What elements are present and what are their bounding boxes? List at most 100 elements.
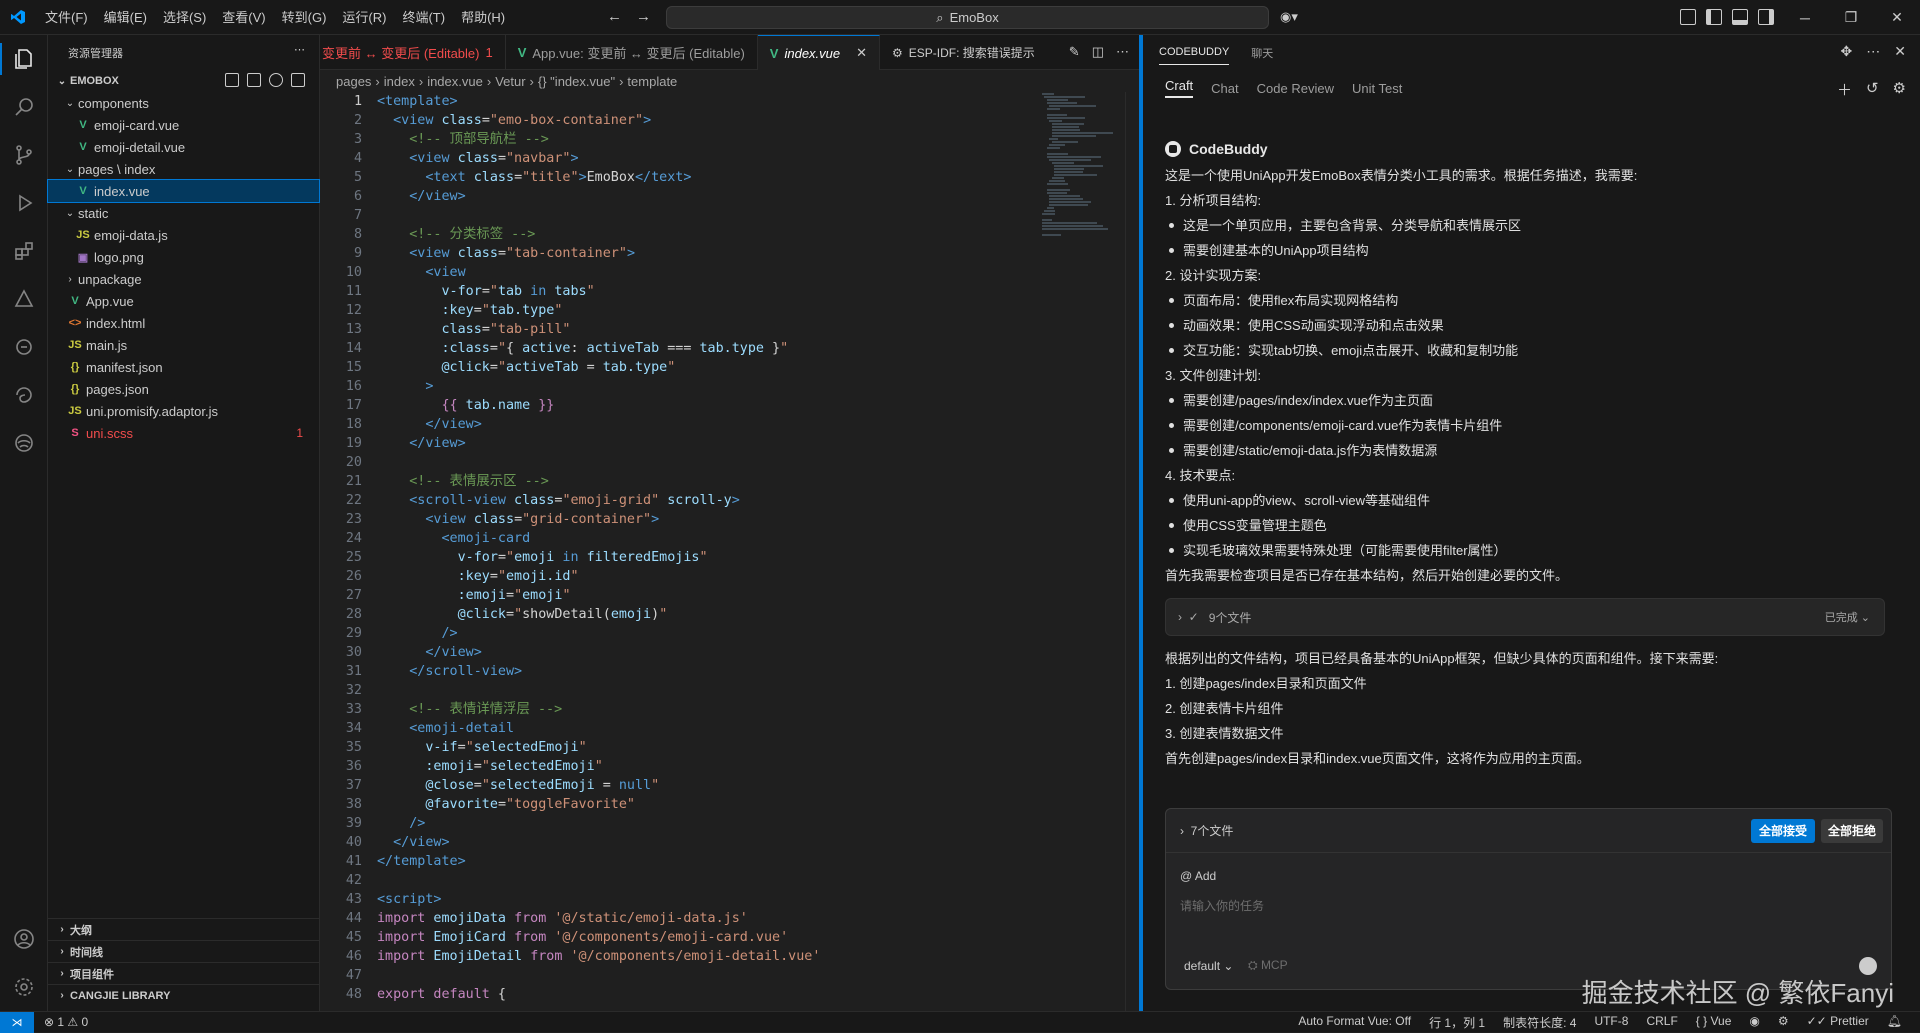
forward-arrow-icon[interactable]: → <box>636 8 651 25</box>
menu-4[interactable]: 转到(G) <box>274 0 335 35</box>
tree-item-emoji-data-js[interactable]: JS emoji-data.js <box>48 224 319 246</box>
menu-6[interactable]: 终端(T) <box>394 0 453 35</box>
refresh-icon[interactable] <box>269 73 283 87</box>
tab-craft[interactable]: Craft <box>1165 78 1194 98</box>
tree-item-static[interactable]: ⌄ static <box>48 202 319 224</box>
editor-more-icon[interactable]: ⋯ <box>1116 44 1129 60</box>
breadcrumb-item[interactable]: index.vue <box>427 74 483 89</box>
workspace-root[interactable]: ⌄ EMOBOX <box>48 70 319 92</box>
language-mode[interactable]: { } Vue <box>1696 1014 1732 1031</box>
esp-idf-search-button[interactable]: ⚙ ESP-IDF: 搜索错误提示 <box>880 35 1047 70</box>
tree-item-pages-json[interactable]: {} pages.json <box>48 378 319 400</box>
cloud-icon[interactable] <box>0 419 48 467</box>
minimap[interactable] <box>1042 92 1122 392</box>
tree-item-main-js[interactable]: JS main.js <box>48 334 319 356</box>
breadcrumb-item[interactable]: {} "index.vue" <box>538 74 615 89</box>
menu-2[interactable]: 选择(S) <box>155 0 214 35</box>
code-editor[interactable]: 1 <template> 2 <view class="emo-box-contai… <box>320 92 1139 1011</box>
esp-idf-icon[interactable] <box>0 323 48 371</box>
close-tab-icon[interactable]: ✕ <box>856 45 867 61</box>
breadcrumb-item[interactable]: index <box>384 74 415 89</box>
edit-icon[interactable]: ✎ <box>1069 44 1080 60</box>
new-chat-icon[interactable]: ＋ <box>1837 79 1852 100</box>
history-icon[interactable]: ↺ <box>1866 79 1879 100</box>
tree-item-emoji-card-vue[interactable]: Vemoji-card.vue <box>48 114 319 136</box>
tree-item-uni-scss[interactable]: Suni.scss 1 <box>48 422 319 444</box>
outline-section[interactable]: › 大纲 <box>48 918 320 940</box>
breadcrumb-item[interactable]: template <box>627 74 677 89</box>
back-arrow-icon[interactable]: ← <box>607 8 622 25</box>
toggle-panel-icon[interactable] <box>1732 9 1748 25</box>
editor-scrollbar[interactable] <box>1125 92 1139 1011</box>
accept-all-button[interactable]: 全部接受 <box>1750 819 1815 843</box>
cursor-position[interactable]: 行 1，列 1 <box>1429 1014 1485 1031</box>
account-icon[interactable] <box>0 915 48 963</box>
extensions-icon[interactable] <box>0 227 48 275</box>
encoding-status[interactable]: UTF-8 <box>1594 1014 1628 1031</box>
close-window-icon[interactable]: ✕ <box>1874 9 1920 26</box>
tree-item-pages-index[interactable]: ⌄ pages \ index <box>48 158 319 180</box>
tab-code-review[interactable]: Code Review <box>1257 81 1334 96</box>
pending-files-bar[interactable]: › 7个文件 全部接受 全部拒绝 <box>1166 809 1891 853</box>
tab-chat-cn[interactable]: 聊天 <box>1251 45 1273 61</box>
settings-icon[interactable]: ⚙ <box>1893 79 1906 100</box>
menu-0[interactable]: 文件(F) <box>37 0 96 35</box>
auto-format-status[interactable]: Auto Format Vue: Off <box>1298 1014 1411 1031</box>
minimize-icon[interactable]: ─ <box>1782 10 1828 26</box>
explorer-icon[interactable] <box>0 35 48 83</box>
tree-item-manifest-json[interactable]: {} manifest.json <box>48 356 319 378</box>
tree-item-components[interactable]: ⌄ components <box>48 92 319 114</box>
tree-item-index-html[interactable]: <> index.html <box>48 312 319 334</box>
tab-unit-test[interactable]: Unit Test <box>1352 81 1402 96</box>
toggle-sidebar-icon[interactable] <box>1706 9 1722 25</box>
breadcrumb-item[interactable]: pages <box>336 74 371 89</box>
files-summary-collapsed[interactable]: › ✓ 9个文件 已完成 ⌄ <box>1165 598 1885 636</box>
new-folder-icon[interactable] <box>247 73 261 87</box>
settings-gear-icon[interactable] <box>0 963 48 1011</box>
customize-layout-icon[interactable] <box>1680 9 1696 25</box>
cangjie-icon[interactable] <box>0 275 48 323</box>
copilot-status-icon[interactable]: ◉ <box>1749 1014 1759 1031</box>
tree-item-index-vue[interactable]: Vindex.vue <box>47 179 320 203</box>
project-components-section[interactable]: › 项目组件 <box>48 962 320 984</box>
tree-item-uni-promisify-adaptor-js[interactable]: JS uni.promisify.adaptor.js <box>48 400 319 422</box>
remote-icon[interactable]: ⋊ <box>0 1011 34 1033</box>
problems-indicator[interactable]: ⊗ 1 ⚠ 0 <box>44 1015 88 1029</box>
tab-chat[interactable]: Chat <box>1211 81 1238 96</box>
timeline-section[interactable]: › 时间线 <box>48 940 320 962</box>
collapse-all-icon[interactable] <box>291 73 305 87</box>
close-panel-icon[interactable]: ✕ <box>1894 43 1906 60</box>
menu-1[interactable]: 编辑(E) <box>96 0 155 35</box>
add-context-button[interactable]: @ Add <box>1180 869 1216 883</box>
split-editor-icon[interactable]: ◫ <box>1092 44 1104 60</box>
mode-select[interactable]: default ⌄ <box>1184 959 1233 973</box>
mcp-button[interactable]: ⛭ MCP <box>1248 958 1288 973</box>
tab-codebuddy[interactable]: CODEBUDDY <box>1159 46 1230 65</box>
tree-item-logo-png[interactable]: ▣ logo.png <box>48 246 319 268</box>
menu-7[interactable]: 帮助(H) <box>453 0 513 35</box>
copilot-icon[interactable]: ◉▾ <box>1280 9 1298 25</box>
panel-more-icon[interactable]: ⋯ <box>1866 43 1880 60</box>
gear-status-icon[interactable]: ⚙ <box>1778 1014 1789 1031</box>
tree-item-unpackage[interactable]: › unpackage <box>48 268 319 290</box>
move-icon[interactable]: ✥ <box>1841 43 1853 60</box>
task-input[interactable]: 请输入你的任务 <box>1180 897 1264 914</box>
cangjie-library-section[interactable]: › CANGJIE LIBRARY <box>48 984 320 1006</box>
indentation-status[interactable]: 制表符长度: 4 <box>1503 1014 1576 1031</box>
search-view-icon[interactable] <box>0 83 48 131</box>
toggle-secondary-sidebar-icon[interactable] <box>1758 9 1774 25</box>
reject-all-button[interactable]: 全部拒绝 <box>1820 819 1883 843</box>
tab-index-vue[interactable]: V index.vue ✕ <box>757 35 881 70</box>
tab-app-vue-diff[interactable]: V App.vue: 变更前 ↔ 变更后 (Editable) <box>506 35 758 70</box>
eol-status[interactable]: CRLF <box>1646 1014 1677 1031</box>
prettier-status[interactable]: ✓✓ Prettier <box>1807 1014 1869 1031</box>
source-control-icon[interactable] <box>0 131 48 179</box>
menu-3[interactable]: 查看(V) <box>214 0 273 35</box>
tree-item-emoji-detail-vue[interactable]: Vemoji-detail.vue <box>48 136 319 158</box>
tree-item-app-vue[interactable]: V App.vue <box>48 290 319 312</box>
codebuddy-icon[interactable] <box>0 371 48 419</box>
notifications-icon[interactable]: 🔔︎ <box>1887 1014 1902 1031</box>
restore-icon[interactable]: ❐ <box>1828 9 1874 26</box>
more-actions-icon[interactable]: ⋯ <box>294 43 305 56</box>
breadcrumb-item[interactable]: Vetur <box>495 74 525 89</box>
